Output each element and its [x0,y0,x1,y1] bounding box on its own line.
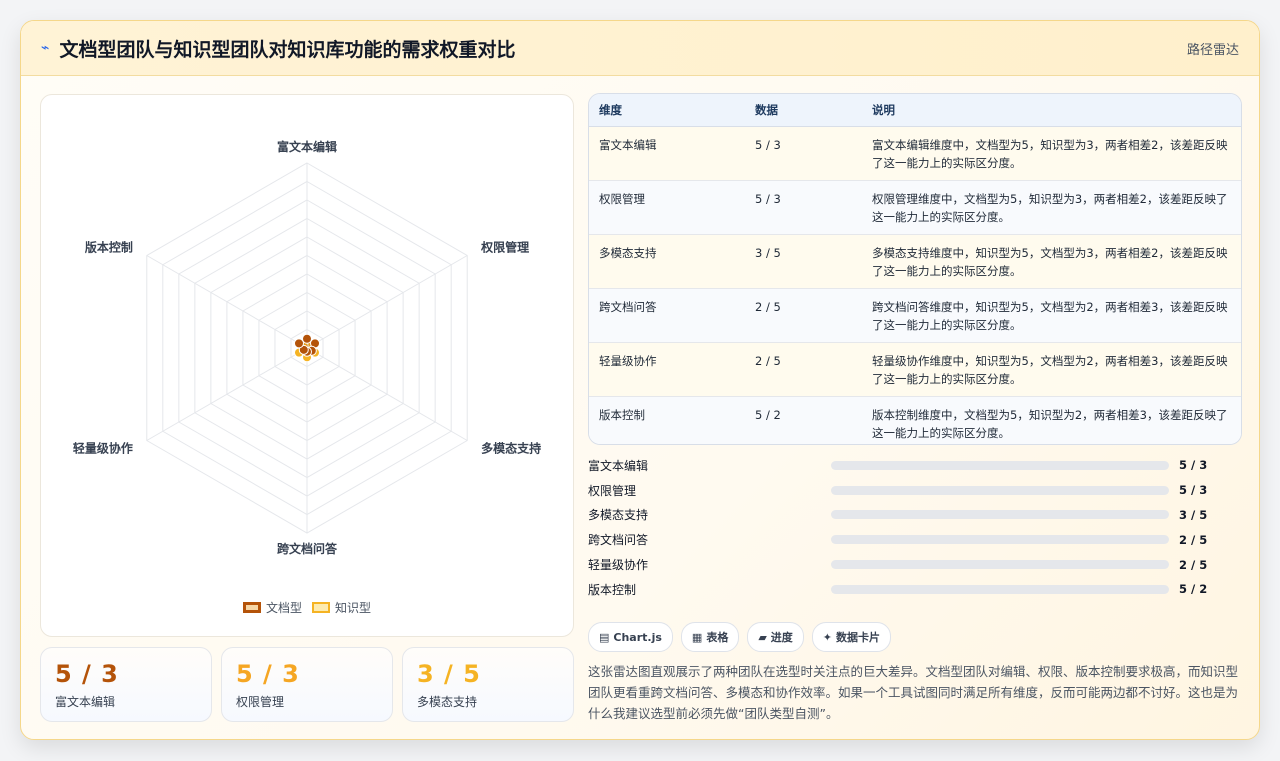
progress-label: 跨文档问答 [588,533,649,548]
progress-value: 3 / 5 [1179,507,1208,522]
table-row: 版本控制 5 / 2 版本控制维度中，文档型为5，知识型为2，两者相差3，该差距… [589,396,1241,444]
progress-list: 富文本编辑 5 / 3 权限管理 5 / 3 多模态支持 3 / 5 跨文档问答… [588,453,1240,602]
progress-row: 富文本编辑 5 / 3 [588,453,1240,478]
chart-card: ⌁ 文档型团队与知识型团队对知识库功能的需求权重对比 路径雷达 富文本编辑 权限管… [20,20,1260,740]
progress-row: 跨文档问答 2 / 5 [588,527,1240,552]
chart-type-label: 路径雷达 [1186,42,1239,58]
pulse-icon: ⌁ [41,40,50,56]
tag-table[interactable]: ▦ 表格 [680,622,740,652]
progress-row: 权限管理 5 / 3 [588,478,1240,503]
cell-note: 跨文档问答维度中，知识型为5，文档型为2，两者相差3，该差距反映了这一能力上的实… [862,288,1241,343]
legend-item-doc[interactable]: 文档型 [242,599,302,616]
legend-item-knowledge[interactable]: 知识型 [312,599,371,616]
table-row: 权限管理 5 / 3 权限管理维度中，文档型为5，知识型为3，两者相差2，该差距… [589,180,1241,235]
cell-dimension: 跨文档问答 [589,288,745,343]
card-icon: ✦ [822,630,833,644]
cell-dimension: 轻量级协作 [589,342,745,397]
page-title: 文档型团队与知识型团队对知识库功能的需求权重对比 [59,38,516,61]
radar-axis-label: 权限管理 [480,240,529,255]
cell-note: 版本控制维度中，文档型为5，知识型为2，两者相差3，该差距反映了这一能力上的实际… [862,396,1241,444]
tag-label: 数据卡片 [836,631,881,644]
tag-progress[interactable]: ▰ 进度 [747,622,804,652]
cell-data: 3 / 5 [745,234,862,289]
tag-data-card[interactable]: ✦ 数据卡片 [811,622,892,652]
stat-label: 权限管理 [236,695,285,709]
cell-note: 多模态支持维度中，知识型为5，文档型为3，两者相差2，该差距反映了这一能力上的实… [862,234,1241,289]
cell-note: 轻量级协作维度中，知识型为5，文档型为2，两者相差3，该差距反映了这一能力上的实… [862,342,1241,397]
progress-label: 多模态支持 [588,508,649,523]
radar-point [302,333,312,344]
progress-label: 版本控制 [588,582,637,597]
progress-value: 2 / 5 [1179,557,1208,572]
radar-axis-label: 版本控制 [85,240,133,255]
radar-axis-label: 轻量级协作 [73,441,133,456]
radar-axis-label: 多模态支持 [481,441,541,456]
table-row: 多模态支持 3 / 5 多模态支持维度中，知识型为5，文档型为3，两者相差2，该… [589,234,1241,289]
progress-label: 轻量级协作 [588,558,649,573]
progress-track [831,460,1169,470]
tag-label: 表格 [706,631,729,644]
progress-track [831,510,1169,520]
radar-axis-label: 富文本编辑 [277,139,337,154]
progress-icon: ▰ [758,630,767,644]
stat-value: 5 / 3 [236,660,300,688]
cell-dimension: 多模态支持 [589,234,745,289]
table-row: 跨文档问答 2 / 5 跨文档问答维度中，知识型为5，文档型为2，两者相差3，该… [589,288,1241,343]
tag-chartjs[interactable]: ▤ Chart.js [588,622,673,652]
description-text: 这张雷达图直观展示了两种团队在选型时关注点的巨大差异。文档型团队对编辑、权限、版… [588,664,1239,721]
tech-tags: ▤ Chart.js ▦ 表格 ▰ 进度 ✦ 数据卡片 [588,622,892,652]
cell-dimension: 富文本编辑 [589,126,745,181]
tag-label: Chart.js [613,630,662,644]
progress-label: 权限管理 [588,483,637,498]
progress-track [831,485,1169,495]
progress-value: 5 / 2 [1179,582,1208,597]
progress-value: 5 / 3 [1179,483,1208,498]
progress-row: 轻量级协作 2 / 5 [588,552,1240,577]
column-header-dimension: 维度 [589,94,745,127]
stat-label: 多模态支持 [417,695,478,709]
table-icon: ▦ [691,630,703,644]
cell-data: 5 / 2 [745,396,862,444]
progress-value: 2 / 5 [1179,532,1208,547]
radar-axis-label: 跨文档问答 [277,541,338,556]
column-header-data: 数据 [745,94,862,127]
progress-label: 富文本编辑 [588,458,649,473]
stat-label: 富文本编辑 [55,695,116,709]
cell-note: 权限管理维度中，文档型为5，知识型为3，两者相差2，该差距反映了这一能力上的实际… [862,180,1241,235]
progress-row: 多模态支持 3 / 5 [588,503,1240,528]
radar-chart: 富文本编辑权限管理多模态支持跨文档问答 轻量级协作 版本控制 [73,139,541,556]
cell-note: 富文本编辑维度中，文档型为5，知识型为3，两者相差2，该差距反映了这一能力上的实… [862,126,1241,181]
radar-point [293,338,304,349]
table-row: 富文本编辑 5 / 3 富文本编辑维度中，文档型为5，知识型为3，两者相差2，该… [589,126,1241,181]
data-table: 维度 数据 说明 富文本编辑 5 / 3 富文本编辑维度中，文档型为5，知识型为… [588,93,1242,445]
stat-card: 5 / 3 权限管理 [221,647,393,722]
table-row: 轻量级协作 2 / 5 轻量级协作维度中，知识型为5，文档型为2，两者相差3，该… [589,342,1241,397]
progress-row: 版本控制 5 / 2 [588,577,1240,602]
column-header-note: 说明 [862,94,1241,127]
legend-swatch-doc [242,602,261,613]
stat-value: 5 / 3 [55,660,119,688]
cell-data: 5 / 3 [745,126,862,181]
stat-card: 3 / 5 多模态支持 [402,647,574,722]
cell-dimension: 权限管理 [589,180,745,235]
progress-track [831,584,1169,594]
cell-data: 2 / 5 [745,342,862,397]
legend-swatch-knowledge [312,602,330,613]
stat-value: 3 / 5 [417,660,481,688]
cell-data: 5 / 3 [745,180,862,235]
chart-legend: 文档型 知识型 [41,599,573,616]
cell-dimension: 版本控制 [589,396,745,444]
progress-track [831,535,1169,545]
cell-data: 2 / 5 [745,288,862,343]
progress-track [831,560,1169,570]
progress-value: 5 / 3 [1179,458,1208,473]
tag-label: 进度 [770,631,793,644]
radar-panel: 富文本编辑权限管理多模态支持跨文档问答 轻量级协作 版本控制 文档型 知识型 [40,94,574,637]
card-header: ⌁ 文档型团队与知识型团队对知识库功能的需求权重对比 路径雷达 [21,21,1259,76]
legend-label-doc: 文档型 [265,601,302,615]
stat-card: 5 / 3 富文本编辑 [40,647,212,722]
legend-label-knowledge: 知识型 [335,601,372,615]
chart-icon: ▤ [599,630,610,644]
